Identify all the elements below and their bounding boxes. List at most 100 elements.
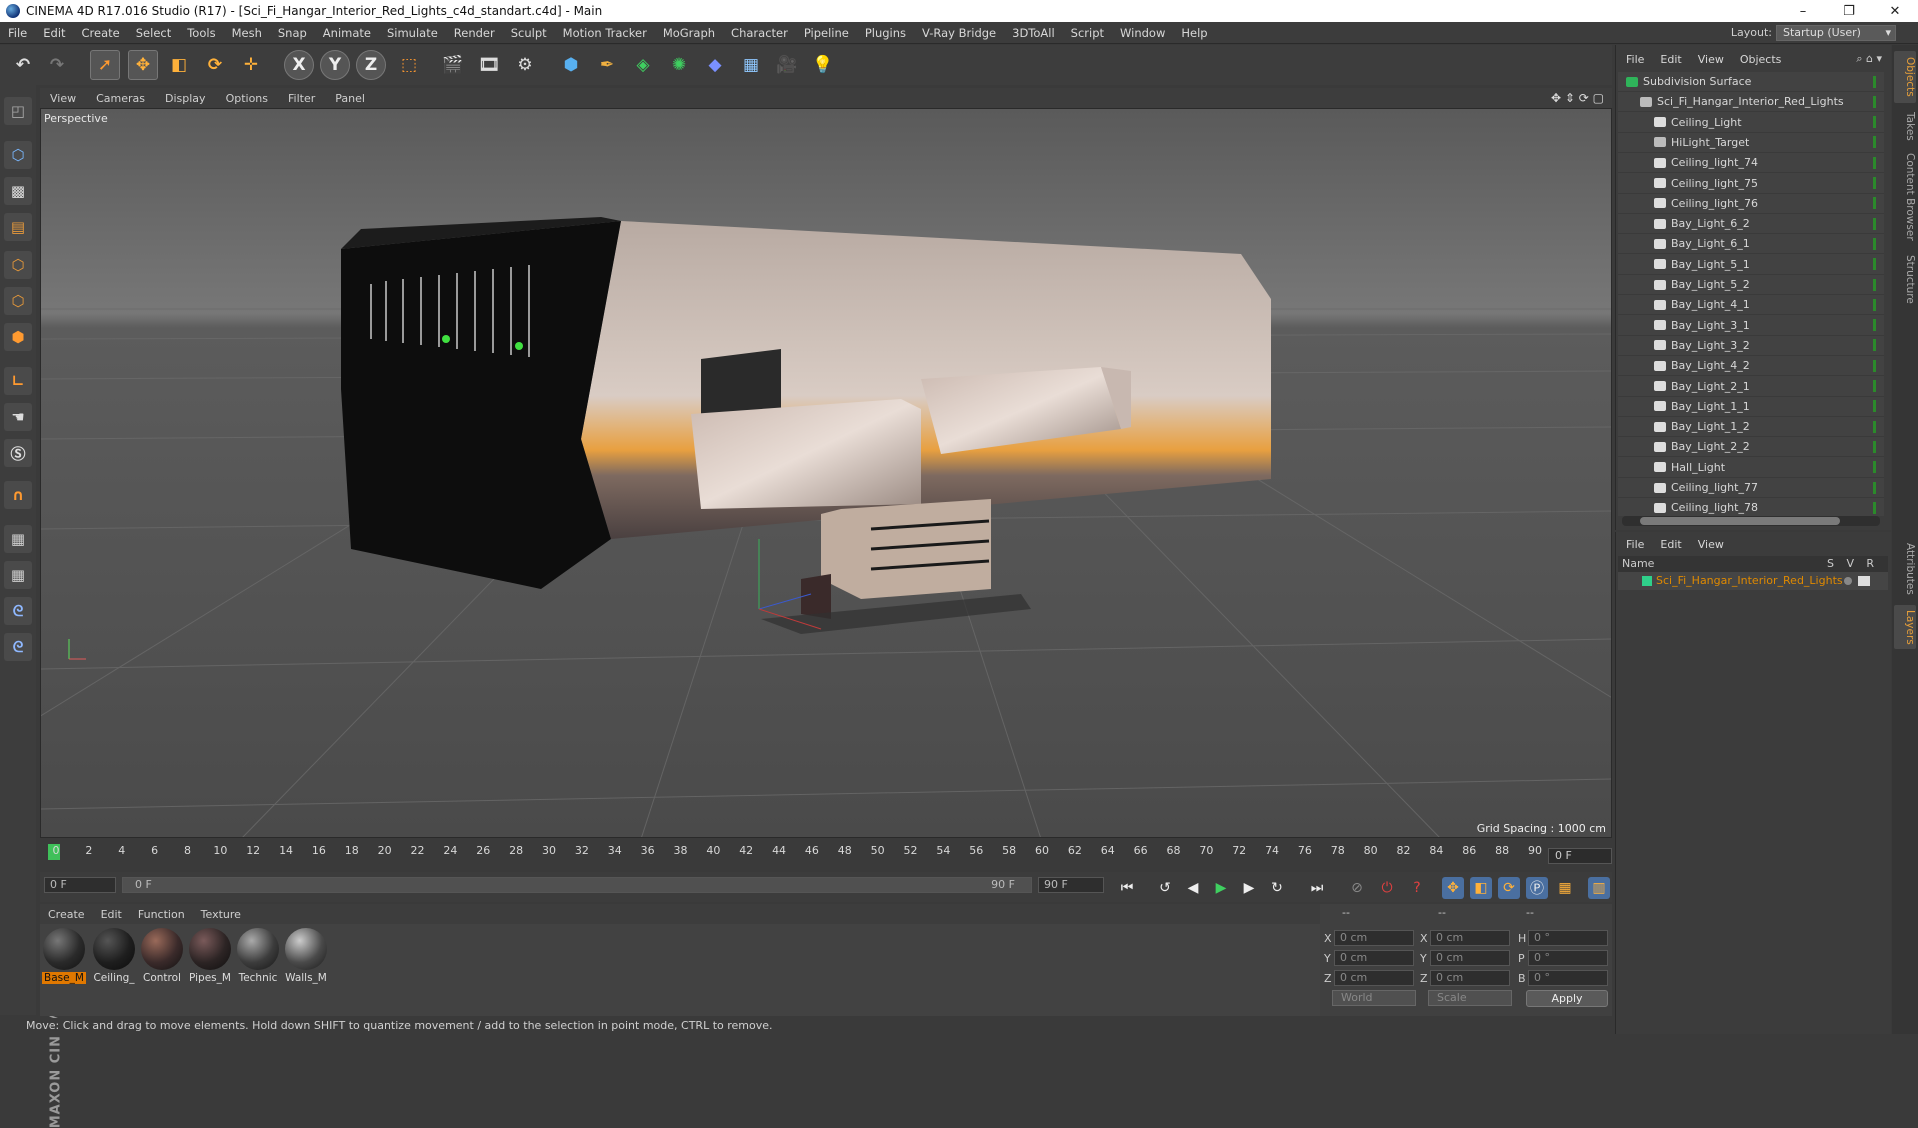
object-list-item[interactable]: Bay_Light_4_2 [1618, 356, 1884, 377]
edit-render-settings-icon[interactable]: ⚙ [510, 50, 540, 80]
object-list-item[interactable]: Bay_Light_4_1 [1618, 295, 1884, 316]
render-picture-viewer-icon[interactable]: 🎞 [474, 50, 504, 80]
menu-pipeline[interactable]: Pipeline [796, 26, 857, 40]
menu-select[interactable]: Select [128, 26, 179, 40]
menu-plugins[interactable]: Plugins [857, 26, 914, 40]
key-position-icon[interactable]: ✥ [1442, 877, 1464, 899]
viewport-menu-cameras[interactable]: Cameras [86, 92, 155, 105]
lock-workplane-icon[interactable]: ▦ [4, 525, 32, 553]
menu-edit[interactable]: Edit [35, 26, 73, 40]
move-icon[interactable]: ✥ [128, 50, 158, 80]
timeline-ruler[interactable]: 0 2 4 6 8 10 12 14 16 18 20 22 24 26 28 30 32 34 36 38 40 42 4… [48, 842, 1543, 864]
maximize-button[interactable]: ❐ [1826, 0, 1872, 22]
object-list-item[interactable]: Bay_Light_5_1 [1618, 255, 1884, 275]
select-icon[interactable]: ➚ [90, 50, 120, 80]
start-frame-field[interactable]: 0 F [44, 877, 116, 893]
object-list-item[interactable]: Ceiling_light_76 [1618, 194, 1884, 214]
material-swatch[interactable]: Walls_M [284, 928, 328, 986]
tab-layers[interactable]: Layers [1894, 605, 1916, 649]
menu-create[interactable]: Create [74, 26, 128, 40]
previous-key-icon[interactable]: ↺ [1154, 877, 1176, 899]
live-select-icon[interactable]: ✛ [236, 50, 266, 80]
keyframe-selection-icon[interactable]: ? [1406, 877, 1428, 899]
light-icon[interactable]: 💡 [808, 50, 838, 80]
object-list-item[interactable]: Bay_Light_3_1 [1618, 316, 1884, 336]
object-list-item[interactable]: Ceiling_light_74 [1618, 153, 1884, 174]
planar-workplane-icon[interactable]: ▦ [4, 561, 32, 589]
tweak-mode-icon[interactable]: ☚ [4, 403, 32, 431]
object-list-item[interactable]: Bay_Light_2_2 [1618, 437, 1884, 458]
tab-content-browser[interactable]: Content Browser [1894, 149, 1916, 245]
tab-takes[interactable]: Takes [1894, 107, 1916, 145]
material-menu-function[interactable]: Function [130, 908, 193, 921]
key-scale-icon[interactable]: ◧ [1470, 877, 1492, 899]
menu-mesh[interactable]: Mesh [224, 26, 270, 40]
object-list-item[interactable]: Bay_Light_2_1 [1618, 377, 1884, 397]
object-visibility-indicator[interactable] [1873, 339, 1876, 352]
material-swatch[interactable]: Control [140, 928, 184, 986]
object-visibility-indicator[interactable] [1873, 440, 1876, 453]
material-swatch[interactable]: Base_M [42, 928, 86, 986]
current-frame-field[interactable]: 0 F [1548, 848, 1612, 864]
object-list-item[interactable]: Ceiling_light_78 [1618, 498, 1884, 516]
object-visibility-indicator[interactable] [1873, 380, 1876, 392]
rotation-h-field[interactable]: 0 ° [1528, 930, 1608, 946]
close-button[interactable]: ✕ [1872, 0, 1918, 22]
y-axis-icon[interactable]: Y [320, 50, 350, 80]
menu-3dtoall[interactable]: 3DToAll [1004, 26, 1063, 40]
objects-menu-view[interactable]: View [1690, 53, 1732, 66]
render-view-icon[interactable]: 🎬 [438, 50, 468, 80]
object-visibility-indicator[interactable] [1873, 278, 1876, 291]
viewport-menu-filter[interactable]: Filter [278, 92, 325, 105]
deformer-icon[interactable]: ◆ [700, 50, 730, 80]
menu-animate[interactable]: Animate [315, 26, 379, 40]
object-visibility-indicator[interactable] [1873, 298, 1876, 311]
redo-icon[interactable]: ↷ [42, 50, 72, 80]
position-z-field[interactable]: 0 cm [1334, 970, 1414, 986]
material-swatch[interactable]: Pipes_M [188, 928, 232, 986]
transform-mode-dropdown[interactable]: Scale [1428, 990, 1512, 1006]
object-visibility-indicator[interactable] [1873, 481, 1876, 494]
points-mode-icon[interactable]: ⬡ [4, 251, 32, 279]
3d-viewport[interactable] [40, 108, 1612, 838]
camera-icon[interactable]: 🎥 [772, 50, 802, 80]
object-visibility-indicator[interactable] [1873, 400, 1876, 413]
cloner-icon[interactable]: ✺ [664, 50, 694, 80]
object-visibility-indicator[interactable] [1873, 177, 1876, 189]
position-x-field[interactable]: 0 cm [1334, 930, 1414, 946]
object-visibility-indicator[interactable] [1873, 197, 1876, 210]
material-menu-edit[interactable]: Edit [93, 908, 130, 921]
menu-tools[interactable]: Tools [179, 26, 223, 40]
object-visibility-indicator[interactable] [1873, 156, 1876, 169]
layers-menu-edit[interactable]: Edit [1652, 538, 1689, 551]
size-x-field[interactable]: 0 cm [1430, 930, 1510, 946]
menu-window[interactable]: Window [1112, 26, 1173, 40]
layers-menu-view[interactable]: View [1690, 538, 1732, 551]
object-visibility-indicator[interactable] [1873, 237, 1876, 250]
object-list-item[interactable]: Bay_Light_6_1 [1618, 234, 1884, 255]
next-frame-icon[interactable]: ▶ [1238, 877, 1260, 899]
viewport-menu-view[interactable]: View [40, 92, 86, 105]
material-swatch[interactable]: Ceiling_ [92, 928, 136, 986]
objects-menu-edit[interactable]: Edit [1652, 53, 1689, 66]
menu-character[interactable]: Character [723, 26, 796, 40]
layout-dropdown[interactable]: Startup (User) [1776, 25, 1896, 41]
material-swatch[interactable]: Technic [236, 928, 280, 986]
layers-menu-file[interactable]: File [1618, 538, 1652, 551]
object-list-item[interactable]: Bay_Light_5_2 [1618, 275, 1884, 295]
object-visibility-indicator[interactable] [1873, 461, 1876, 474]
edges-mode-icon[interactable]: ⬡ [4, 287, 32, 315]
object-visibility-indicator[interactable] [1873, 420, 1876, 433]
object-list-item[interactable]: Bay_Light_1_1 [1618, 397, 1884, 417]
frame-range-slider[interactable]: 0 F 90 F [122, 877, 1032, 893]
next-key-icon[interactable]: ↻ [1266, 877, 1288, 899]
axis-mode-icon[interactable]: ∟ [4, 367, 32, 395]
position-y-field[interactable]: 0 cm [1334, 950, 1414, 966]
object-visibility-indicator[interactable] [1873, 359, 1876, 372]
key-parameter-icon[interactable]: Ⓟ [1526, 877, 1548, 899]
scale-icon[interactable]: ◧ [164, 50, 194, 80]
python-icon[interactable]: ᘓ [4, 597, 32, 625]
object-visibility-indicator[interactable] [1873, 136, 1876, 149]
object-list-item[interactable]: Bay_Light_6_2 [1618, 214, 1884, 235]
size-z-field[interactable]: 0 cm [1430, 970, 1510, 986]
